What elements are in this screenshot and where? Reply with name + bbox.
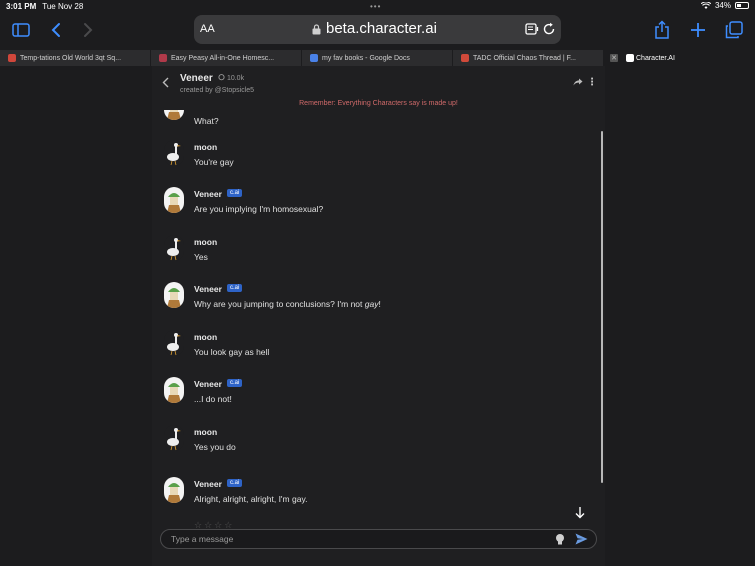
message-text: ...I do not! xyxy=(194,394,232,404)
tab-3[interactable]: TADC Official Chaos Thread | F... xyxy=(453,50,604,66)
tab-title: my fav books - Google Docs xyxy=(322,54,410,62)
message-text-emphasis: gay xyxy=(364,299,379,309)
message-input[interactable] xyxy=(171,532,531,546)
veneer-avatar[interactable] xyxy=(164,110,184,120)
ai-badge: c.ai xyxy=(227,379,243,387)
moon-avatar[interactable] xyxy=(164,425,184,451)
ai-badge: c.ai xyxy=(227,479,243,487)
tab-2[interactable]: my fav books - Google Docs xyxy=(302,50,453,66)
text-size-button[interactable]: AA xyxy=(200,23,215,35)
message-item: Veneer c.ai ...I do not! xyxy=(164,377,584,421)
reader-icon[interactable] xyxy=(525,22,539,36)
chat-area: Veneer 10.0k created by @Stopsicle5 ⋮ Re… xyxy=(152,66,605,566)
send-icon[interactable] xyxy=(575,533,588,545)
sidebar-icon[interactable] xyxy=(9,18,33,42)
tab-favicon xyxy=(626,54,634,62)
message-text: Yes xyxy=(194,252,208,262)
message-item: moon Yes xyxy=(164,235,584,279)
forward-icon[interactable] xyxy=(76,18,100,42)
chat-count-value: 10.0k xyxy=(226,75,245,82)
moon-avatar[interactable] xyxy=(164,235,184,261)
sender-name: moon xyxy=(194,427,218,437)
message-list: What? moon You're gay Veneer c.ai Are yo… xyxy=(152,110,605,522)
wifi-icon xyxy=(700,1,711,9)
sender-name: moon xyxy=(194,332,218,342)
message-text: You look gay as hell xyxy=(194,347,270,357)
more-options-icon[interactable]: ⋮ xyxy=(587,77,597,88)
status-date: Tue Nov 28 xyxy=(42,1,84,11)
arrow-down-icon[interactable] xyxy=(574,506,586,519)
ai-badge: c.ai xyxy=(227,284,243,292)
tabs-overview-icon[interactable] xyxy=(722,18,746,42)
tab-favicon xyxy=(461,54,469,62)
multitask-dots[interactable]: ••• xyxy=(370,2,381,11)
message-text: Yes you do xyxy=(194,442,236,452)
chat-bubble-icon xyxy=(218,74,225,81)
tab-favicon xyxy=(159,54,167,62)
tab-1[interactable]: Easy Peasy All-in-One Homesc... xyxy=(151,50,302,66)
tab-strip: Temp-tations Old World 3qt Sq... Easy Pe… xyxy=(0,50,755,66)
browser-toolbar: AA beta.character.ai xyxy=(0,12,755,48)
tab-4-active[interactable]: ✕ Character.AI xyxy=(604,50,755,66)
address-bar[interactable]: AA beta.character.ai xyxy=(194,15,561,44)
moon-avatar[interactable] xyxy=(164,140,184,166)
message-item: moon You're gay xyxy=(164,140,584,184)
chat-header: Veneer 10.0k created by @Stopsicle5 ⋮ xyxy=(152,66,605,100)
new-tab-icon[interactable] xyxy=(686,18,710,42)
tab-title: Character.AI xyxy=(636,54,675,62)
sender-name: moon xyxy=(194,142,218,152)
ai-badge: c.ai xyxy=(227,189,243,197)
tab-0[interactable]: Temp-tations Old World 3qt Sq... xyxy=(0,50,151,66)
tab-title: Easy Peasy All-in-One Homesc... xyxy=(171,54,275,62)
disclaimer-text: Remember: Everything Characters say is m… xyxy=(299,100,458,107)
message-text: What? xyxy=(194,116,219,126)
tab-title: TADC Official Chaos Thread | F... xyxy=(473,54,576,62)
message-item: moon Yes you do xyxy=(164,425,584,469)
chat-count: 10.0k xyxy=(218,74,244,82)
status-right: 34% xyxy=(700,1,749,10)
message-text-main: Why are you jumping to conclusions? I'm … xyxy=(194,299,365,309)
message-composer xyxy=(160,529,597,549)
message-text: Why are you jumping to conclusions? I'm … xyxy=(194,299,381,309)
chat-scrollbar[interactable] xyxy=(601,131,603,483)
battery-percent: 34% xyxy=(714,1,731,10)
reload-icon[interactable] xyxy=(542,22,556,36)
tab-title: Temp-tations Old World 3qt Sq... xyxy=(20,54,122,62)
sender-name: Veneer xyxy=(194,479,222,489)
share-arrow-icon[interactable] xyxy=(573,78,583,86)
back-icon[interactable] xyxy=(44,18,68,42)
tab-favicon xyxy=(310,54,318,62)
veneer-avatar[interactable] xyxy=(164,377,184,403)
message-text: Alright, alright, alright, I'm gay. xyxy=(194,494,308,504)
battery-icon xyxy=(735,2,749,9)
lightbulb-icon[interactable] xyxy=(555,533,565,546)
sender-name: Veneer xyxy=(194,189,222,199)
tab-favicon xyxy=(8,54,16,62)
lock-icon xyxy=(312,24,321,35)
veneer-avatar[interactable] xyxy=(164,187,184,213)
close-tab-icon[interactable]: ✕ xyxy=(610,54,618,62)
sender-name: Veneer xyxy=(194,284,222,294)
sender-name: moon xyxy=(194,237,218,247)
share-icon[interactable] xyxy=(650,18,674,42)
message-item: Veneer c.ai Are you implying I'm homosex… xyxy=(164,187,584,231)
creator-label[interactable]: created by @Stopsicle5 xyxy=(180,87,254,94)
message-item: moon You look gay as hell xyxy=(164,330,584,374)
veneer-avatar[interactable] xyxy=(164,477,184,503)
message-item: Veneer c.ai Alright, alright, alright, I… xyxy=(164,477,584,521)
chevron-left-icon[interactable] xyxy=(162,77,169,88)
character-name[interactable]: Veneer xyxy=(180,73,213,84)
message-text: Are you implying I'm homosexual? xyxy=(194,204,324,214)
sender-name: Veneer xyxy=(194,379,222,389)
moon-avatar[interactable] xyxy=(164,330,184,356)
status-bar: 3:01 PM Tue Nov 28 ••• 34% xyxy=(0,0,755,12)
message-text-tail: ! xyxy=(378,299,381,309)
url-host: beta.character.ai xyxy=(326,20,437,37)
message-text: You're gay xyxy=(194,157,234,167)
message-item: Veneer c.ai Why are you jumping to concl… xyxy=(164,282,584,326)
veneer-avatar[interactable] xyxy=(164,282,184,308)
status-time: 3:01 PM xyxy=(6,1,37,11)
